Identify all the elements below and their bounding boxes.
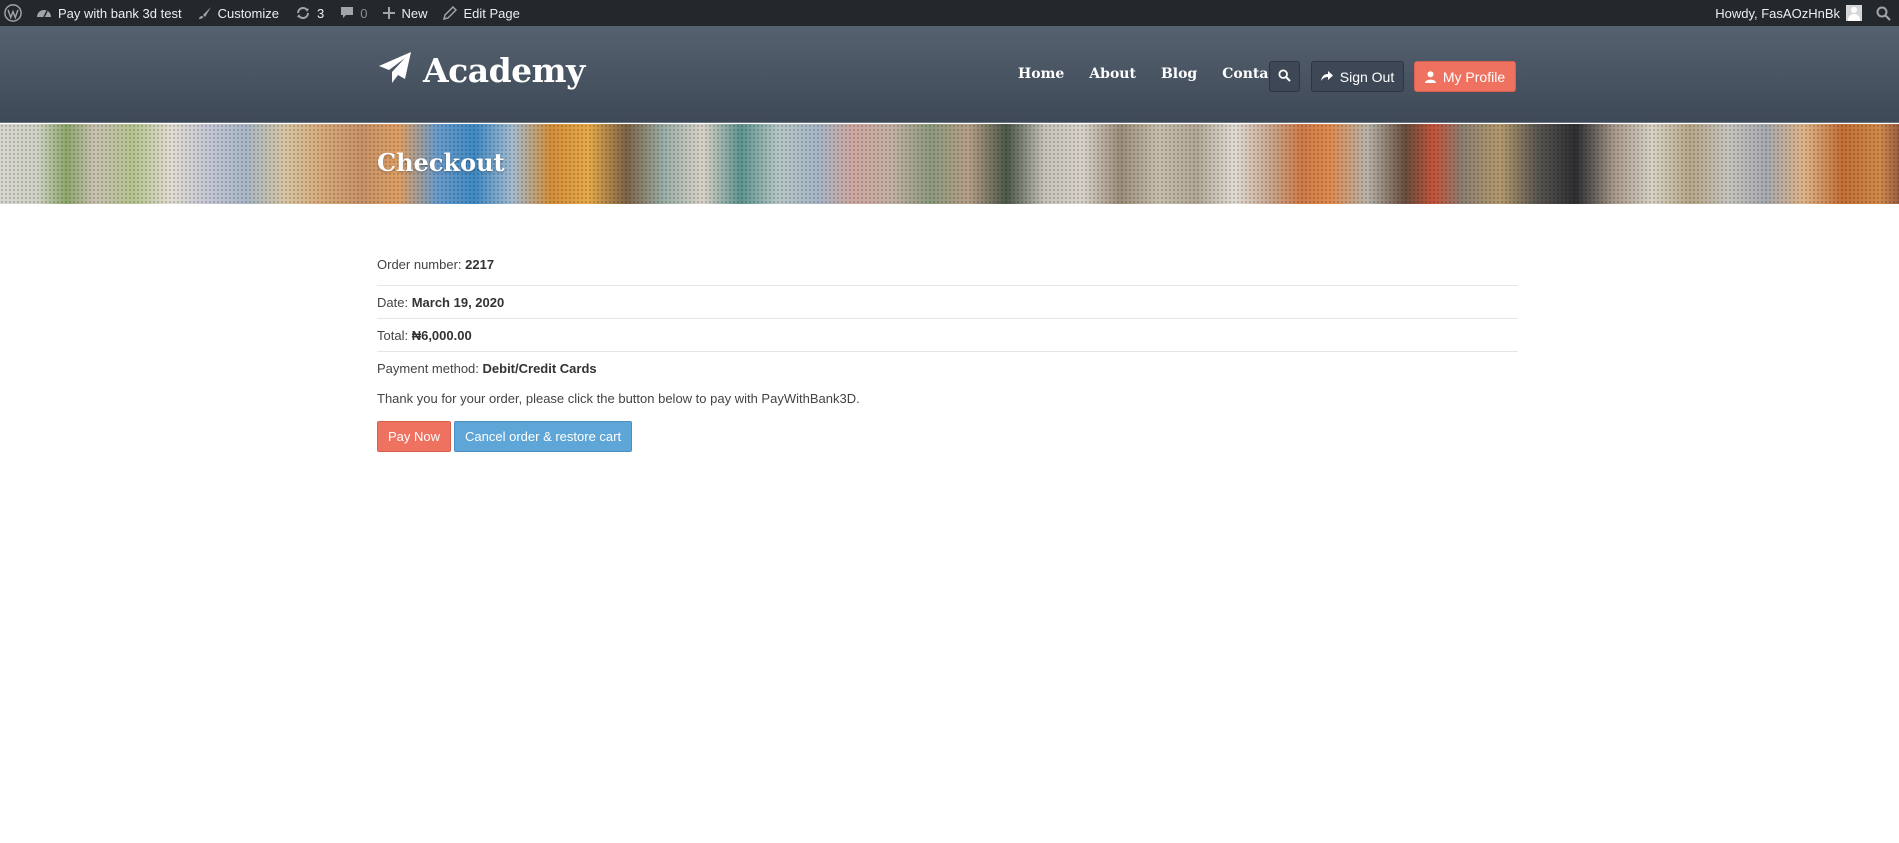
my-profile-label: My Profile: [1442, 68, 1506, 85]
comments-count: 0: [360, 5, 368, 21]
logo-text: Academy: [423, 51, 585, 90]
search-icon: [1278, 68, 1291, 85]
banner-texture: [0, 124, 1899, 204]
site-name-menu[interactable]: Pay with bank 3d test: [28, 0, 190, 26]
order-date-row: Date: March 19, 2020: [377, 286, 1518, 319]
customize-link[interactable]: Customize: [190, 0, 287, 26]
customize-label: Customize: [217, 5, 279, 21]
order-total-row: Total: ₦6,000.00: [377, 319, 1518, 352]
my-account-menu[interactable]: Howdy, FasAOzHnBk: [1707, 0, 1870, 26]
dashboard-icon: [36, 6, 52, 20]
order-date-label: Date:: [377, 295, 409, 310]
pencil-icon: [443, 6, 458, 20]
site-name-label: Pay with bank 3d test: [58, 5, 182, 21]
payment-method-value: Debit/Credit Cards: [482, 361, 597, 376]
header-search-button[interactable]: [1269, 61, 1300, 92]
order-total-label: Total:: [377, 328, 409, 343]
edit-page-link[interactable]: Edit Page: [435, 0, 527, 26]
pay-now-button[interactable]: Pay Now: [377, 421, 452, 452]
share-arrow-icon: [1320, 71, 1333, 82]
nav-about[interactable]: About: [1089, 66, 1136, 82]
search-icon: [1876, 6, 1891, 21]
plus-icon: [383, 7, 396, 19]
thank-you-message: Thank you for your order, please click t…: [377, 391, 860, 406]
main-nav: Home About Blog Contact: [1018, 66, 1308, 82]
howdy-text: Howdy, FasAOzHnBk: [1715, 5, 1840, 21]
nav-home[interactable]: Home: [1018, 66, 1064, 82]
new-label: New: [401, 5, 428, 21]
nav-blog[interactable]: Blog: [1161, 66, 1197, 82]
cancel-order-button[interactable]: Cancel order & restore cart: [454, 421, 633, 452]
payment-method-label: Payment method:: [377, 361, 479, 376]
my-profile-button[interactable]: My Profile: [1414, 61, 1516, 92]
checkout-content: Order number: 2217 Date: March 19, 2020 …: [377, 253, 1518, 452]
site-header: Academy Home About Blog Contact Sign Out…: [0, 26, 1899, 123]
updates-link[interactable]: 3: [287, 0, 332, 26]
updates-icon: [295, 6, 311, 20]
user-icon: [1424, 70, 1436, 83]
sign-out-button[interactable]: Sign Out: [1311, 61, 1404, 92]
adminbar-search-button[interactable]: [1870, 0, 1899, 26]
order-number-row: Order number: 2217: [377, 253, 1518, 286]
edit-page-label: Edit Page: [463, 5, 520, 21]
order-number-label: Order number:: [377, 257, 462, 272]
admin-bar: Pay with bank 3d test Customize 3 0 New: [0, 0, 1899, 26]
checkout-actions: Pay Now Cancel order & restore cart: [377, 421, 1518, 452]
wordpress-logo-button[interactable]: [0, 0, 28, 26]
brush-icon: [198, 6, 212, 20]
order-total-value: ₦6,000.00: [411, 328, 472, 343]
order-number-value: 2217: [465, 257, 495, 272]
new-content-menu[interactable]: New: [375, 0, 435, 26]
payment-method-row: Payment method: Debit/Credit Cards: [377, 352, 1518, 385]
site-logo[interactable]: Academy: [377, 50, 585, 91]
wordpress-icon: [4, 4, 22, 22]
comments-link[interactable]: 0: [332, 0, 375, 26]
page-title: Checkout: [377, 148, 505, 177]
sign-out-label: Sign Out: [1339, 68, 1395, 85]
avatar: [1846, 5, 1862, 21]
comment-icon: [340, 6, 354, 20]
page-title-banner: Checkout: [0, 124, 1899, 204]
updates-count: 3: [317, 5, 325, 21]
paper-plane-icon: [377, 50, 413, 91]
order-date-value: March 19, 2020: [411, 295, 505, 310]
